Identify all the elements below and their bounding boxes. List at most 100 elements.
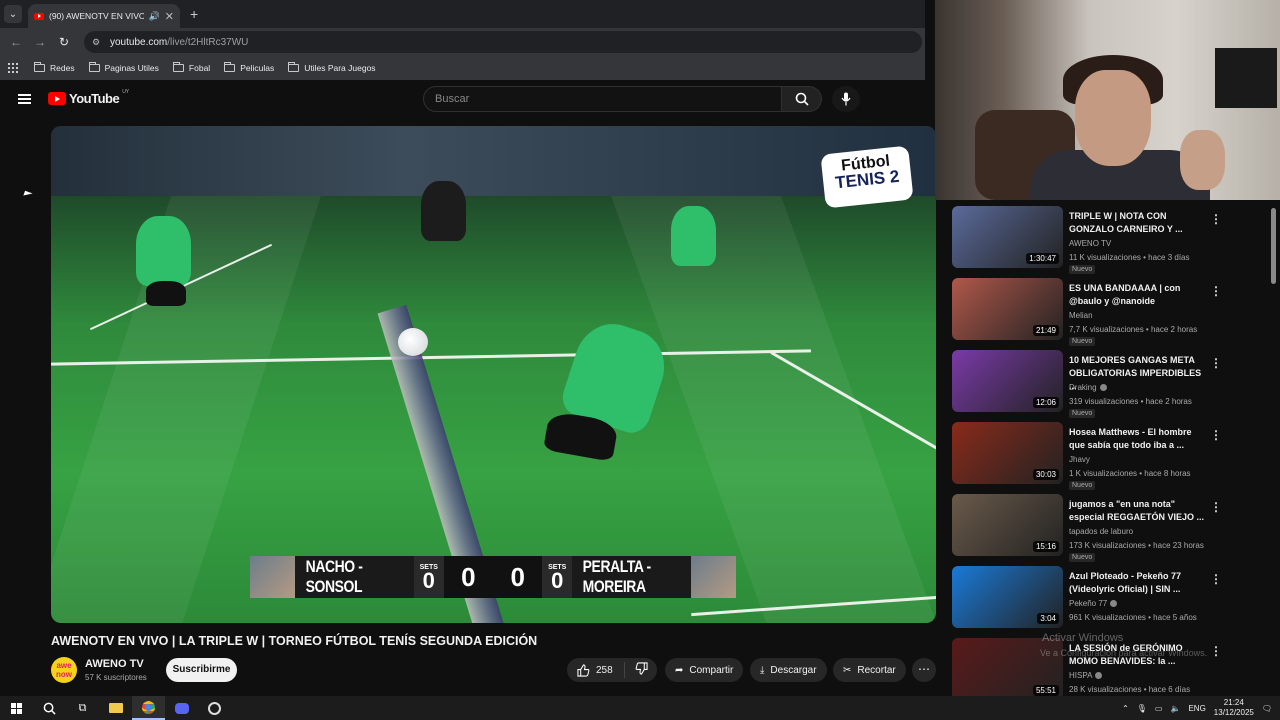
related-video-title[interactable]: TRIPLE W | NOTA CON GONZALO CARNEIRO Y .…	[1069, 210, 1209, 236]
more-options-icon[interactable]: ⋮	[1210, 428, 1222, 442]
video-thumbnail[interactable]: 55:51	[952, 638, 1063, 696]
microphone-icon	[841, 92, 851, 106]
related-video-item[interactable]: 3:04 Azul Ploteado - Pekeño 77 (Videolyr…	[945, 566, 1280, 638]
related-video-channel[interactable]: AWENO TV	[1069, 239, 1111, 248]
related-video-title[interactable]: Azul Ploteado - Pekeño 77 (Videolyric Of…	[1069, 570, 1209, 596]
video-thumbnail[interactable]: 15:16	[952, 494, 1063, 556]
related-video-meta: 1 K visualizaciones • hace 8 horas	[1069, 469, 1191, 478]
video-thumbnail[interactable]: 12:06	[952, 350, 1063, 412]
close-tab-icon[interactable]: ✕	[165, 10, 174, 23]
youtube-favicon-icon	[34, 12, 44, 20]
more-options-icon[interactable]: ⋮	[1210, 572, 1222, 586]
notifications-icon[interactable]: 🗨	[1262, 704, 1272, 713]
speaker-icon[interactable]: 🔊	[149, 11, 160, 22]
forward-button[interactable]: →	[28, 35, 52, 49]
task-view-button[interactable]: ⧉	[66, 696, 99, 720]
related-video-channel[interactable]: Jhavy	[1069, 455, 1090, 464]
related-video-item[interactable]: 15:16 jugamos a "en una nota" especial R…	[945, 494, 1280, 566]
scrollbar-thumb[interactable]	[1271, 208, 1276, 284]
more-options-icon[interactable]: ⋮	[1210, 356, 1222, 370]
clip-button[interactable]: ✂ Recortar	[833, 658, 906, 682]
apps-grid-icon[interactable]	[8, 63, 18, 73]
sidebar-scrollbar[interactable]	[1270, 200, 1278, 690]
related-video-item[interactable]: 1:30:47 TRIPLE W | NOTA CON GONZALO CARN…	[945, 206, 1280, 278]
related-video-title[interactable]: ES UNA BANDAAAA | con @baulo y @nanoide	[1069, 282, 1209, 308]
new-tab-button[interactable]: +	[190, 6, 198, 22]
like-count: 258	[596, 664, 613, 676]
chrome-button[interactable]	[132, 696, 165, 720]
related-video-channel[interactable]: Draking	[1069, 383, 1107, 392]
network-icon[interactable]: ▭	[1155, 704, 1163, 713]
dislike-button[interactable]	[625, 662, 657, 678]
related-video-channel[interactable]: Melian	[1069, 311, 1093, 320]
voice-search-button[interactable]	[832, 86, 860, 112]
player	[136, 216, 191, 286]
obs-button[interactable]	[198, 696, 231, 720]
menu-icon[interactable]	[18, 94, 31, 104]
bookmark-redes[interactable]: Redes	[34, 62, 75, 73]
folder-icon	[88, 62, 100, 72]
url-field[interactable]: ⚙ youtube.com/live/t2HltRc37WU	[84, 31, 922, 53]
subscribe-button[interactable]: Suscribirme	[166, 658, 237, 682]
related-video-item[interactable]: 30:03 Hosea Matthews - El hombre que sab…	[945, 422, 1280, 494]
video-thumbnail[interactable]: 30:03	[952, 422, 1063, 484]
chevron-up-icon[interactable]: ⌃	[1122, 704, 1129, 713]
related-video-channel[interactable]: Pekeño 77	[1069, 599, 1118, 608]
more-actions-button[interactable]: ⋯	[912, 658, 936, 682]
bookmark-paginas-utiles[interactable]: Paginas Utiles	[88, 62, 159, 73]
bookmark-peliculas[interactable]: Peliculas	[224, 62, 274, 73]
more-options-icon[interactable]: ⋮	[1210, 284, 1222, 298]
bookmark-fobal[interactable]: Fobal	[172, 62, 210, 73]
bookmark-utiles-para-juegos[interactable]: Utiles Para Juegos	[288, 62, 376, 73]
related-video-title[interactable]: Hosea Matthews - El hombre que sabía que…	[1069, 426, 1209, 452]
more-options-icon[interactable]: ⋮	[1210, 500, 1222, 514]
related-video-meta: 28 K visualizaciones • hace 6 días	[1069, 685, 1191, 694]
file-explorer-button[interactable]	[99, 696, 132, 720]
language-indicator[interactable]: ENG	[1188, 704, 1205, 713]
search-button[interactable]	[782, 86, 822, 112]
like-button[interactable]: 258	[567, 662, 625, 678]
video-thumbnail[interactable]: 3:04	[952, 566, 1063, 628]
reload-button[interactable]: ↻	[52, 35, 76, 49]
related-video-item[interactable]: 12:06 10 MEJORES GANGAS META OBLIGATORIA…	[945, 350, 1280, 422]
clock-date: 13/12/2025	[1213, 708, 1254, 717]
clock[interactable]: 21:24 13/12/2025	[1214, 698, 1254, 718]
microphone-icon[interactable]: 🎙	[1137, 704, 1147, 713]
related-video-title[interactable]: jugamos a "en una nota" especial REGGAET…	[1069, 498, 1209, 524]
new-badge: Nuevo	[1069, 265, 1096, 274]
video-player[interactable]: Fútbol TENIS 2 NACHO - SONSOL SETS 0 0 0 …	[51, 126, 936, 623]
related-video-item[interactable]: 21:49 ES UNA BANDAAAA | con @baulo y @na…	[945, 278, 1280, 350]
thumbs-up-icon	[577, 663, 590, 677]
folder-icon	[108, 703, 123, 713]
download-button[interactable]: ⤓ Descargar	[750, 658, 827, 682]
more-options-icon[interactable]: ⋮	[1210, 644, 1222, 658]
start-button[interactable]	[0, 696, 33, 720]
more-options-icon[interactable]: ⋮	[1210, 212, 1222, 226]
back-button[interactable]: ←	[4, 35, 28, 49]
search-input[interactable]: Buscar	[423, 86, 782, 112]
share-button[interactable]: ➦ Compartir	[665, 658, 744, 682]
video-thumbnail[interactable]: 21:49	[952, 278, 1063, 340]
related-video-channel[interactable]: tapados de laburo	[1069, 527, 1133, 536]
channel-name: tapados de laburo	[1069, 527, 1134, 536]
related-video-item[interactable]: 55:51 LA SESIÓN de GERÓNIMO MOMO BENAVID…	[945, 638, 1280, 696]
channel-name[interactable]: AWENO TV	[85, 658, 144, 670]
folder-icon	[288, 62, 300, 72]
video-thumbnail[interactable]: 1:30:47	[952, 206, 1063, 268]
tab-search-button[interactable]: ⌄	[4, 5, 22, 23]
youtube-logo[interactable]: YouTube UY	[48, 89, 129, 106]
site-info-icon[interactable]: ⚙	[92, 37, 102, 47]
channel-avatar[interactable]: awe now	[51, 657, 77, 683]
tab-title: (90) AWENOTV EN VIVO | L	[49, 11, 144, 21]
volume-icon[interactable]: 🔈	[1170, 704, 1180, 713]
search-taskbar-button[interactable]	[33, 696, 66, 720]
browser-tab[interactable]: (90) AWENOTV EN VIVO | L 🔊 ✕	[28, 4, 180, 28]
folder-icon	[172, 62, 184, 72]
duration-badge: 3:04	[1037, 613, 1059, 624]
system-tray: ⌃ 🎙 ▭ 🔈 ENG 21:24 13/12/2025 🗨	[1122, 696, 1280, 720]
scissors-icon: ✂	[843, 664, 852, 676]
related-video-meta: 11 K visualizaciones • hace 3 días	[1069, 253, 1190, 262]
youtube-header: YouTube UY Buscar	[0, 80, 935, 120]
related-video-channel[interactable]: HISPA	[1069, 671, 1103, 680]
discord-button[interactable]	[165, 696, 198, 720]
